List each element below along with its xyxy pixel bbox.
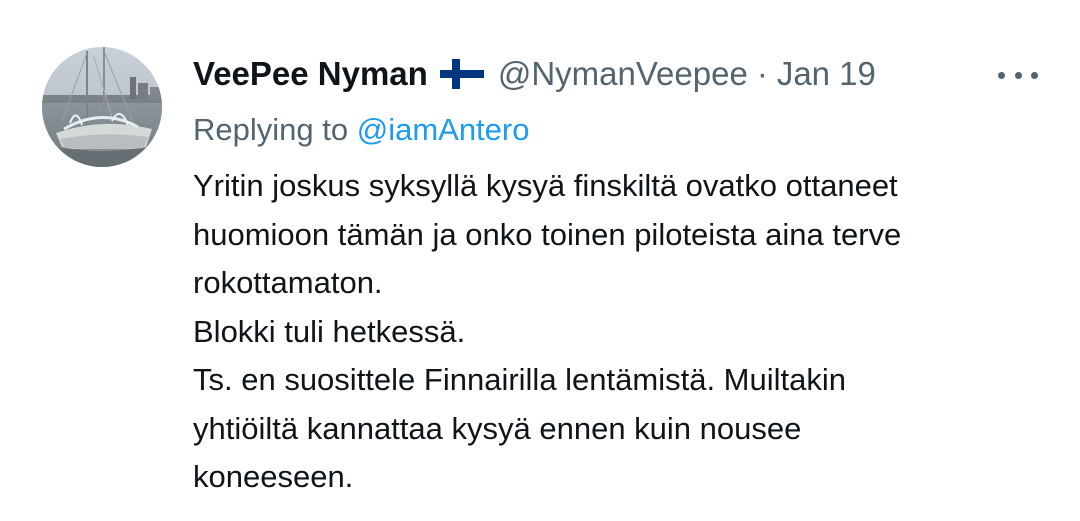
dot — [998, 71, 1005, 79]
tweet-text-line: rokottamaton. — [193, 265, 383, 300]
replying-mention-link[interactable]: @iamAntero — [357, 112, 530, 147]
avatar[interactable] — [42, 47, 162, 167]
avatar-frozen-sailboat-icon — [42, 47, 162, 167]
dot — [1014, 71, 1022, 79]
replying-to: Replying to @iamAntero — [193, 108, 529, 152]
separator-dot: · — [756, 55, 768, 92]
tweet[interactable]: VeePee Nyman @NymanVeepee · Jan 19 Reply… — [0, 0, 1080, 521]
tweet-text-line: huomioon tämän ja onko toinen piloteista… — [193, 216, 902, 252]
finland-flag-icon — [439, 59, 484, 89]
tweet-header: VeePee Nyman @NymanVeepee · Jan 19 — [193, 52, 876, 96]
tweet-text-line: koneeseen. — [193, 459, 354, 494]
tweet-text-line: Yritin joskus syksyllä kysyä finskiltä o… — [193, 168, 898, 203]
tweet-text-line: yhtiöiltä kannattaa kysyä ennen kuin nou… — [193, 410, 802, 446]
author-display-name[interactable]: VeePee Nyman — [193, 55, 428, 93]
tweet-text: Yritin joskus syksyllä kysyä finskiltä o… — [193, 162, 1063, 502]
tweet-text-line: Ts. en suosittele Finnairilla lentämistä… — [193, 362, 846, 397]
author-handle[interactable]: @NymanVeepee — [498, 55, 748, 93]
tweet-text-line: Blokki tuli hetkessä. — [193, 313, 466, 349]
more-dots-icon[interactable] — [998, 60, 1038, 90]
tweet-date[interactable]: Jan 19 — [777, 55, 876, 93]
replying-prefix: Replying to — [193, 112, 349, 147]
dot — [1031, 71, 1038, 79]
